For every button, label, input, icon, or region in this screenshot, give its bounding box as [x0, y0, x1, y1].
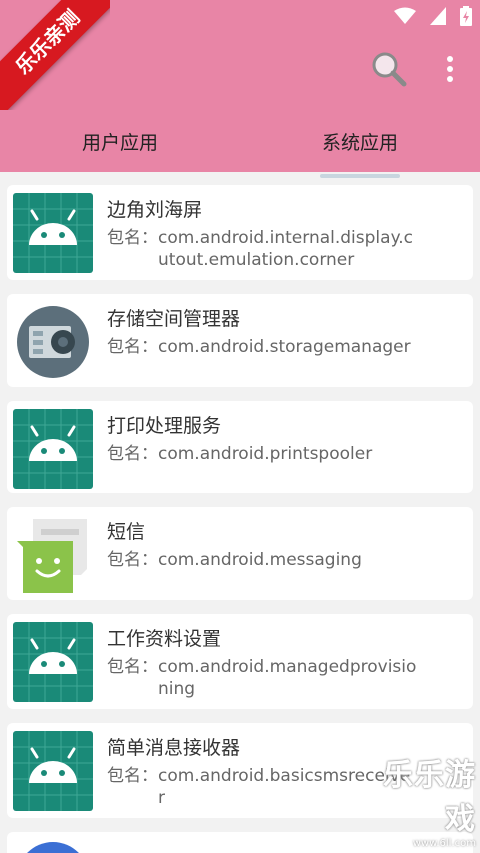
android-robot-icon: [13, 193, 93, 273]
app-name: 边角刘海屏: [107, 199, 203, 221]
package-value: com.android.storagemanager: [158, 337, 411, 357]
app-name: 短信: [107, 521, 146, 543]
storage-manager-icon: [17, 306, 89, 378]
list-item[interactable]: 打印处理服务 包名： com.android.printspooler: [7, 401, 473, 493]
list-item[interactable]: 工作资料设置 包名： com.android.managedprovisioni…: [7, 614, 473, 709]
package-label: 包名：: [107, 766, 158, 786]
package-value: com.android.managedprovisioning: [158, 657, 417, 699]
watermark-title: 乐乐游戏: [383, 758, 476, 837]
tab-bar: 用户应用 系统应用: [0, 110, 480, 178]
package-label: 包名：: [107, 550, 158, 570]
list-item[interactable]: 边角刘海屏 包名： com.android.internal.display.c…: [7, 185, 473, 280]
app-package: 包名： com.android.managedprovisioning: [107, 656, 417, 700]
package-value: com.android.printspooler: [158, 444, 373, 464]
ribbon-text: 乐乐亲测: [0, 0, 110, 110]
status-bar: [394, 6, 472, 26]
package-label: 包名：: [107, 337, 158, 357]
signal-icon: [430, 7, 446, 25]
app-package: 包名： com.android.storagemanager: [107, 336, 417, 358]
app-name: 打印处理服务: [107, 415, 222, 437]
list-item[interactable]: 存储空间管理器 包名： com.android.storagemanager: [7, 294, 473, 387]
package-label: 包名：: [107, 444, 158, 464]
tab-system-apps[interactable]: 系统应用: [240, 110, 480, 178]
package-label: 包名：: [107, 657, 158, 677]
app-package: 包名： com.android.printspooler: [107, 443, 417, 465]
more-options-icon[interactable]: [440, 54, 460, 84]
ribbon-banner: 乐乐亲测: [0, 0, 110, 110]
battery-charging-icon: [460, 6, 472, 26]
tab-label: 用户应用: [81, 132, 158, 154]
tab-user-apps[interactable]: 用户应用: [0, 110, 240, 172]
watermark: 乐乐游戏 www.6ll.com: [360, 750, 476, 849]
android-robot-icon: [13, 731, 93, 811]
package-label: 包名：: [107, 228, 158, 248]
android-robot-icon: [13, 409, 93, 489]
package-value: com.android.internal.display.cutout.emul…: [158, 228, 413, 270]
app-name: 存储空间管理器: [107, 308, 241, 330]
search-icon[interactable]: [370, 50, 408, 88]
watermark-url: www.6ll.com: [412, 838, 476, 849]
app-package: 包名： com.android.internal.display.cutout.…: [107, 227, 417, 271]
wifi-icon: [394, 7, 416, 24]
app-name: 工作资料设置: [107, 628, 222, 650]
app-package: 包名： com.android.messaging: [107, 549, 417, 571]
package-value: com.android.messaging: [158, 550, 362, 570]
app-name: 简单消息接收器: [107, 737, 241, 759]
tab-label: 系统应用: [321, 132, 398, 154]
app-bar: 乐乐亲测 用户应用 系统应用: [0, 0, 480, 178]
messaging-icon: [17, 519, 87, 593]
android-robot-icon: [13, 622, 93, 702]
app-icon-partial: [27, 842, 79, 853]
list-item[interactable]: 短信 包名： com.android.messaging: [7, 507, 473, 600]
